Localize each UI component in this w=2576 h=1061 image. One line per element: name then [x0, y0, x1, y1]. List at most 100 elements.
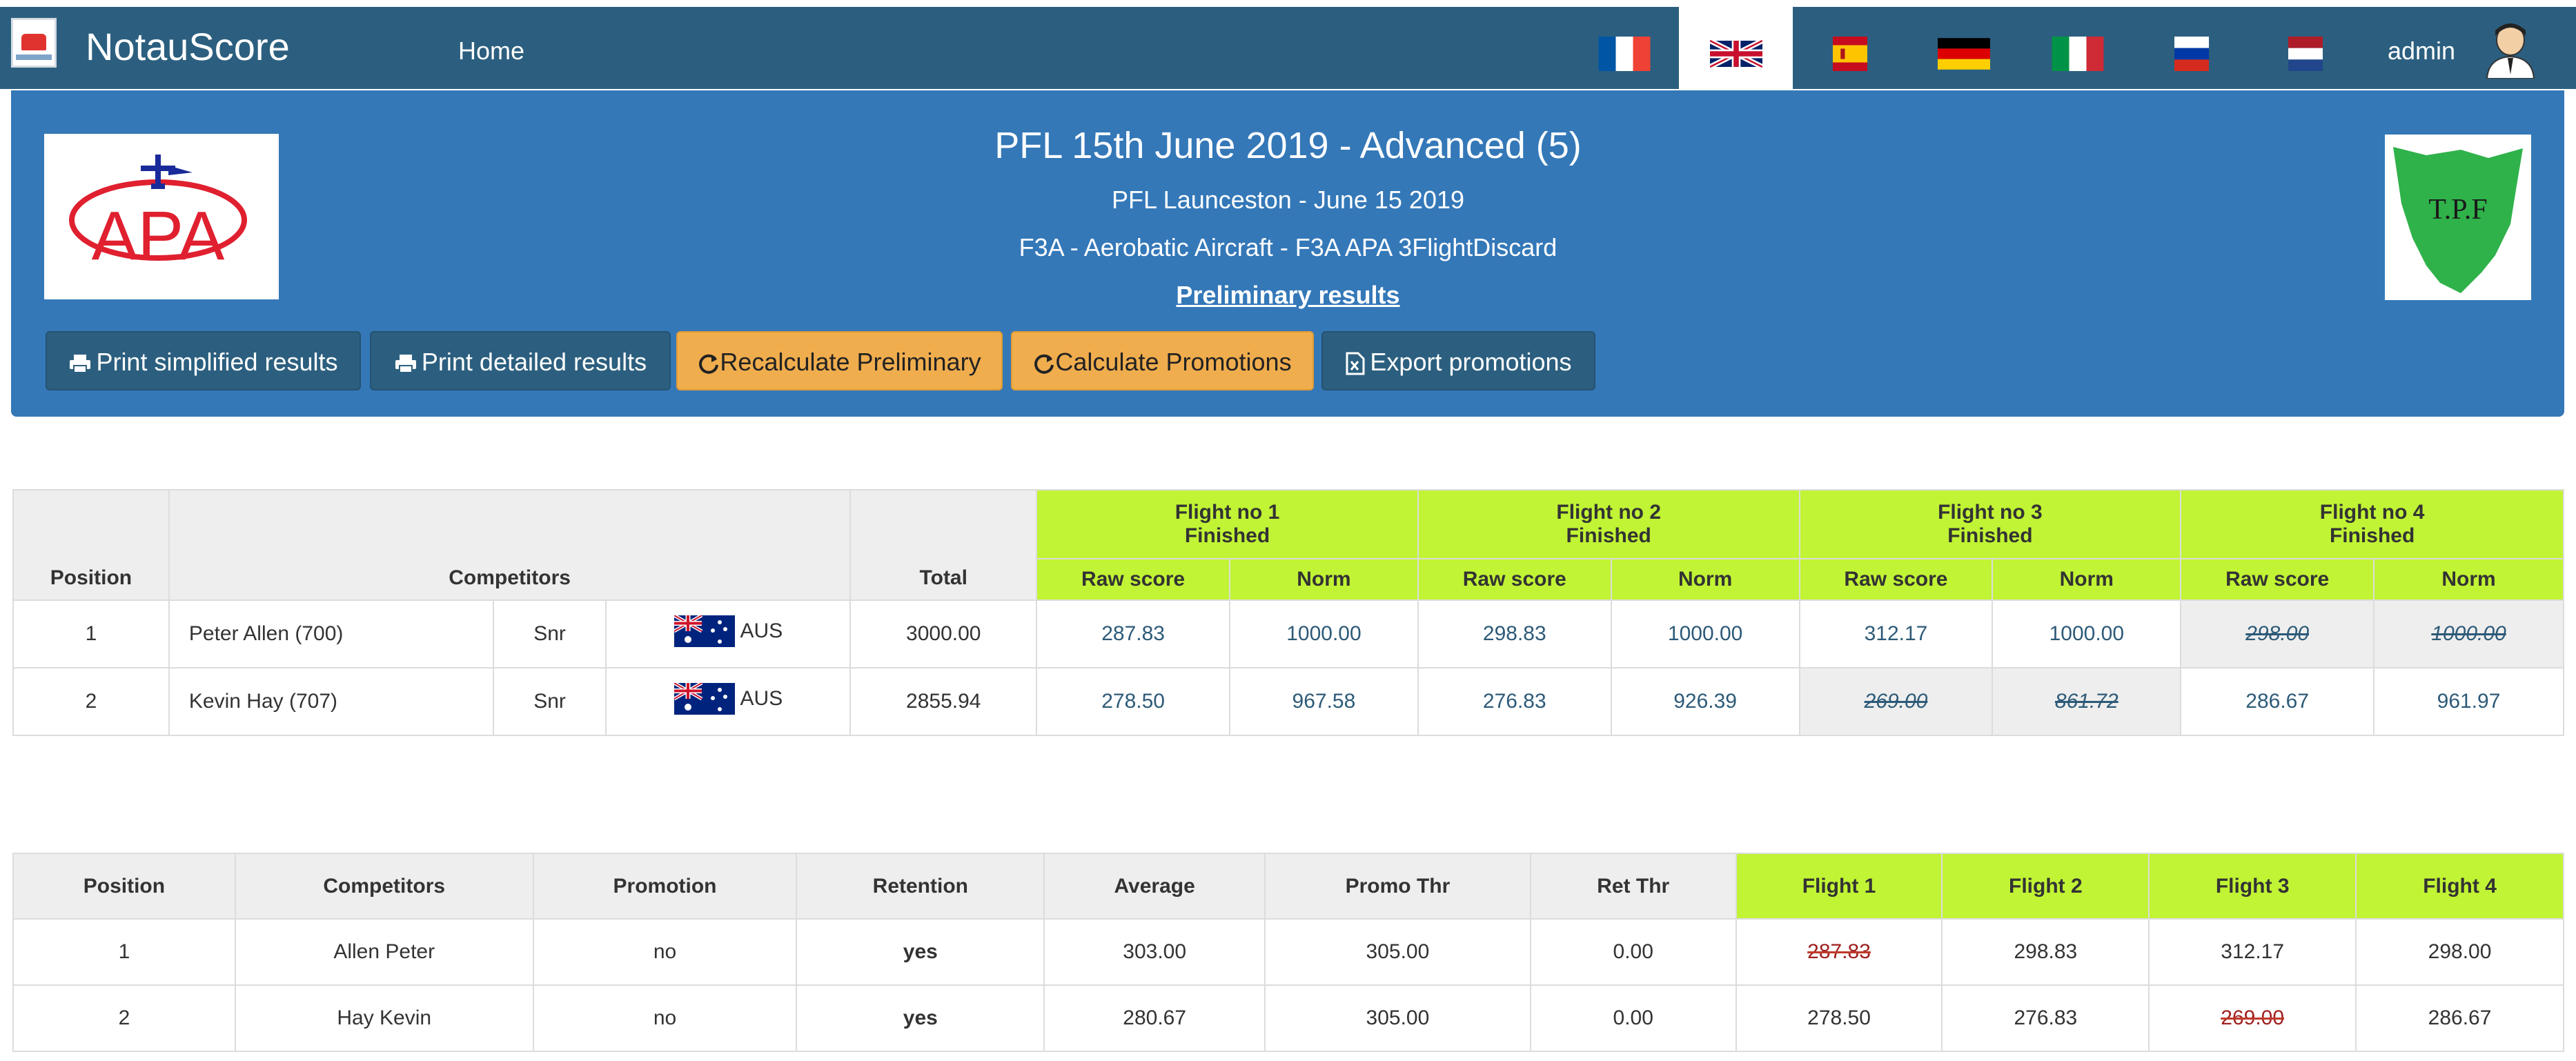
raw-score-header: Raw score	[1798, 558, 1994, 601]
raw-score-cell[interactable]: 276.83	[1417, 667, 1612, 736]
norm-score-cell[interactable]: 861.72	[1992, 667, 2182, 736]
country-code: AUS	[740, 619, 783, 642]
total-cell: 3000.00	[849, 599, 1038, 668]
norm-score-cell[interactable]: 1000.00	[2373, 599, 2564, 668]
average-cell: 280.67	[1043, 984, 1266, 1052]
fr-flag-icon[interactable]	[1598, 37, 1651, 71]
raw-score-cell[interactable]: 298.83	[1417, 599, 1612, 668]
results-table: Position Competitors Total Flight no 1 Fi…	[12, 489, 2564, 736]
flight-score-value: 312.17	[2221, 940, 2285, 963]
recalculate-preliminary-label: Recalculate Preliminary	[720, 348, 981, 376]
country-wrapper: AUS	[674, 615, 783, 647]
position-cell: 2	[12, 667, 170, 736]
australia-flag-icon	[674, 615, 735, 647]
flight-score-value: 269.00	[2221, 1007, 2285, 1029]
competitor-name-cell: Kevin Hay (707)	[168, 667, 494, 736]
user-avatar-icon[interactable]	[2481, 19, 2539, 79]
flight-4-header: Flight no 4 Finished	[2180, 489, 2564, 559]
nav-home-link[interactable]: Home	[458, 37, 524, 65]
flight-score-value: 298.83	[2014, 940, 2078, 963]
preliminary-results-link[interactable]: Preliminary results	[0, 280, 2576, 310]
recalculate-preliminary-button[interactable]: Recalculate Preliminary	[676, 331, 1003, 390]
country-code: AUS	[740, 687, 783, 710]
norm-score-cell[interactable]: 961.97	[2373, 667, 2564, 736]
promo-header-cell: Flight 4	[2355, 853, 2564, 920]
total-header: Total	[849, 489, 1038, 601]
flight-score-cell: 298.83	[1941, 918, 2150, 986]
calculate-promotions-button[interactable]: Calculate Promotions	[1011, 331, 1314, 390]
norm-score-cell[interactable]: 967.58	[1229, 667, 1419, 736]
promo-header-cell: Retention	[796, 853, 1045, 920]
promo-header-cell: Average	[1043, 853, 1266, 920]
country-cell: AUS	[605, 599, 852, 668]
raw-score-cell[interactable]: 312.17	[1798, 599, 1994, 668]
position-header: Position	[12, 489, 170, 601]
user-menu[interactable]: admin	[2388, 37, 2455, 65]
total-cell: 2855.94	[849, 667, 1038, 736]
competitors-header: Competitors	[168, 489, 852, 601]
refresh-icon	[1034, 355, 1054, 375]
excel-file-icon	[1346, 352, 1365, 375]
nl-flag-icon[interactable]	[2279, 37, 2332, 71]
position-cell: 2	[12, 984, 236, 1052]
raw-score-cell[interactable]: 298.00	[2180, 599, 2375, 668]
event-class: F3A - Aerobatic Aircraft - F3A APA 3Flig…	[1019, 233, 1557, 261]
flight-score-cell: 298.00	[2355, 918, 2564, 986]
printer-icon	[70, 355, 91, 374]
export-promotions-button[interactable]: Export promotions	[1321, 331, 1595, 390]
competitor-name-cell: Hay Kevin	[234, 984, 534, 1052]
calculate-promotions-label: Calculate Promotions	[1055, 348, 1292, 376]
raw-score-cell[interactable]: 287.83	[1036, 599, 1230, 668]
flight-score-value: 278.50	[1807, 1007, 1871, 1029]
raw-score-cell[interactable]: 269.00	[1798, 667, 1994, 736]
raw-score-cell[interactable]: 286.67	[2180, 667, 2375, 736]
norm-score-cell[interactable]: 1000.00	[1992, 599, 2182, 668]
raw-score-cell[interactable]: 278.50	[1036, 667, 1230, 736]
country-wrapper: AUS	[674, 683, 783, 715]
flight-score-value: 298.00	[2428, 940, 2492, 963]
de-flag-icon[interactable]	[1938, 37, 1990, 71]
table-row: 1 Allen Peter no yes 303.00 305.00 0.00 287.83 2…	[12, 918, 2564, 986]
flight-2-header: Flight no 2 Finished	[1417, 489, 1800, 559]
raw-score-header: Raw score	[1417, 558, 1612, 601]
printer-icon	[395, 355, 416, 374]
australia-flag-icon	[674, 683, 735, 715]
retention-cell: yes	[796, 918, 1045, 986]
flight-score-cell: 286.67	[2355, 984, 2564, 1052]
event-title: PFL 15th June 2019 - Advanced (5)	[994, 125, 1582, 166]
ru-flag-icon[interactable]	[2165, 37, 2218, 71]
position-cell: 1	[12, 599, 170, 668]
promo-header-cell: Flight 2	[1941, 853, 2150, 920]
uk-flag-icon[interactable]	[1710, 37, 1762, 71]
norm-score-cell[interactable]: 926.39	[1610, 667, 1800, 736]
promo-header-cell: Promo Thr	[1264, 853, 1531, 920]
norm-score-cell[interactable]: 1000.00	[1229, 599, 1419, 668]
promo-header-cell: Promotion	[532, 853, 798, 920]
brand-name[interactable]: NotauScore	[86, 26, 290, 68]
it-flag-icon[interactable]	[2052, 37, 2104, 71]
flight-score-value: 276.83	[2014, 1007, 2078, 1029]
promo-header-cell: Position	[12, 853, 236, 920]
print-detailed-button[interactable]: Print detailed results	[370, 331, 671, 390]
table-row: 2 Kevin Hay (707) Snr AUS 2855.94 278.50 967.5…	[12, 667, 2564, 736]
promotion-cell: no	[532, 984, 798, 1052]
raw-score-header: Raw score	[1036, 558, 1230, 601]
table-row: 1 Peter Allen (700) Snr AUS 3000.00 287.83 100…	[12, 599, 2564, 668]
print-detailed-label: Print detailed results	[421, 348, 647, 376]
position-cell: 1	[12, 918, 236, 986]
norm-score-cell[interactable]: 1000.00	[1610, 599, 1800, 668]
country-cell: AUS	[605, 667, 852, 736]
es-flag-icon[interactable]	[1824, 37, 1876, 71]
norm-header: Norm	[1610, 558, 1800, 601]
average-cell: 303.00	[1043, 918, 1266, 986]
promo-header-cell: Competitors	[234, 853, 534, 920]
promo-header-cell: Flight 3	[2148, 853, 2357, 920]
norm-header: Norm	[1229, 558, 1419, 601]
print-simplified-button[interactable]: Print simplified results	[46, 331, 361, 390]
competitor-name-cell: Peter Allen (700)	[168, 599, 494, 668]
brand-logo-icon[interactable]	[11, 18, 57, 68]
ret-threshold-cell: 0.00	[1529, 984, 1737, 1052]
refresh-icon	[699, 355, 719, 375]
flight-score-cell: 278.50	[1735, 984, 1943, 1052]
raw-score-header: Raw score	[2180, 558, 2375, 601]
